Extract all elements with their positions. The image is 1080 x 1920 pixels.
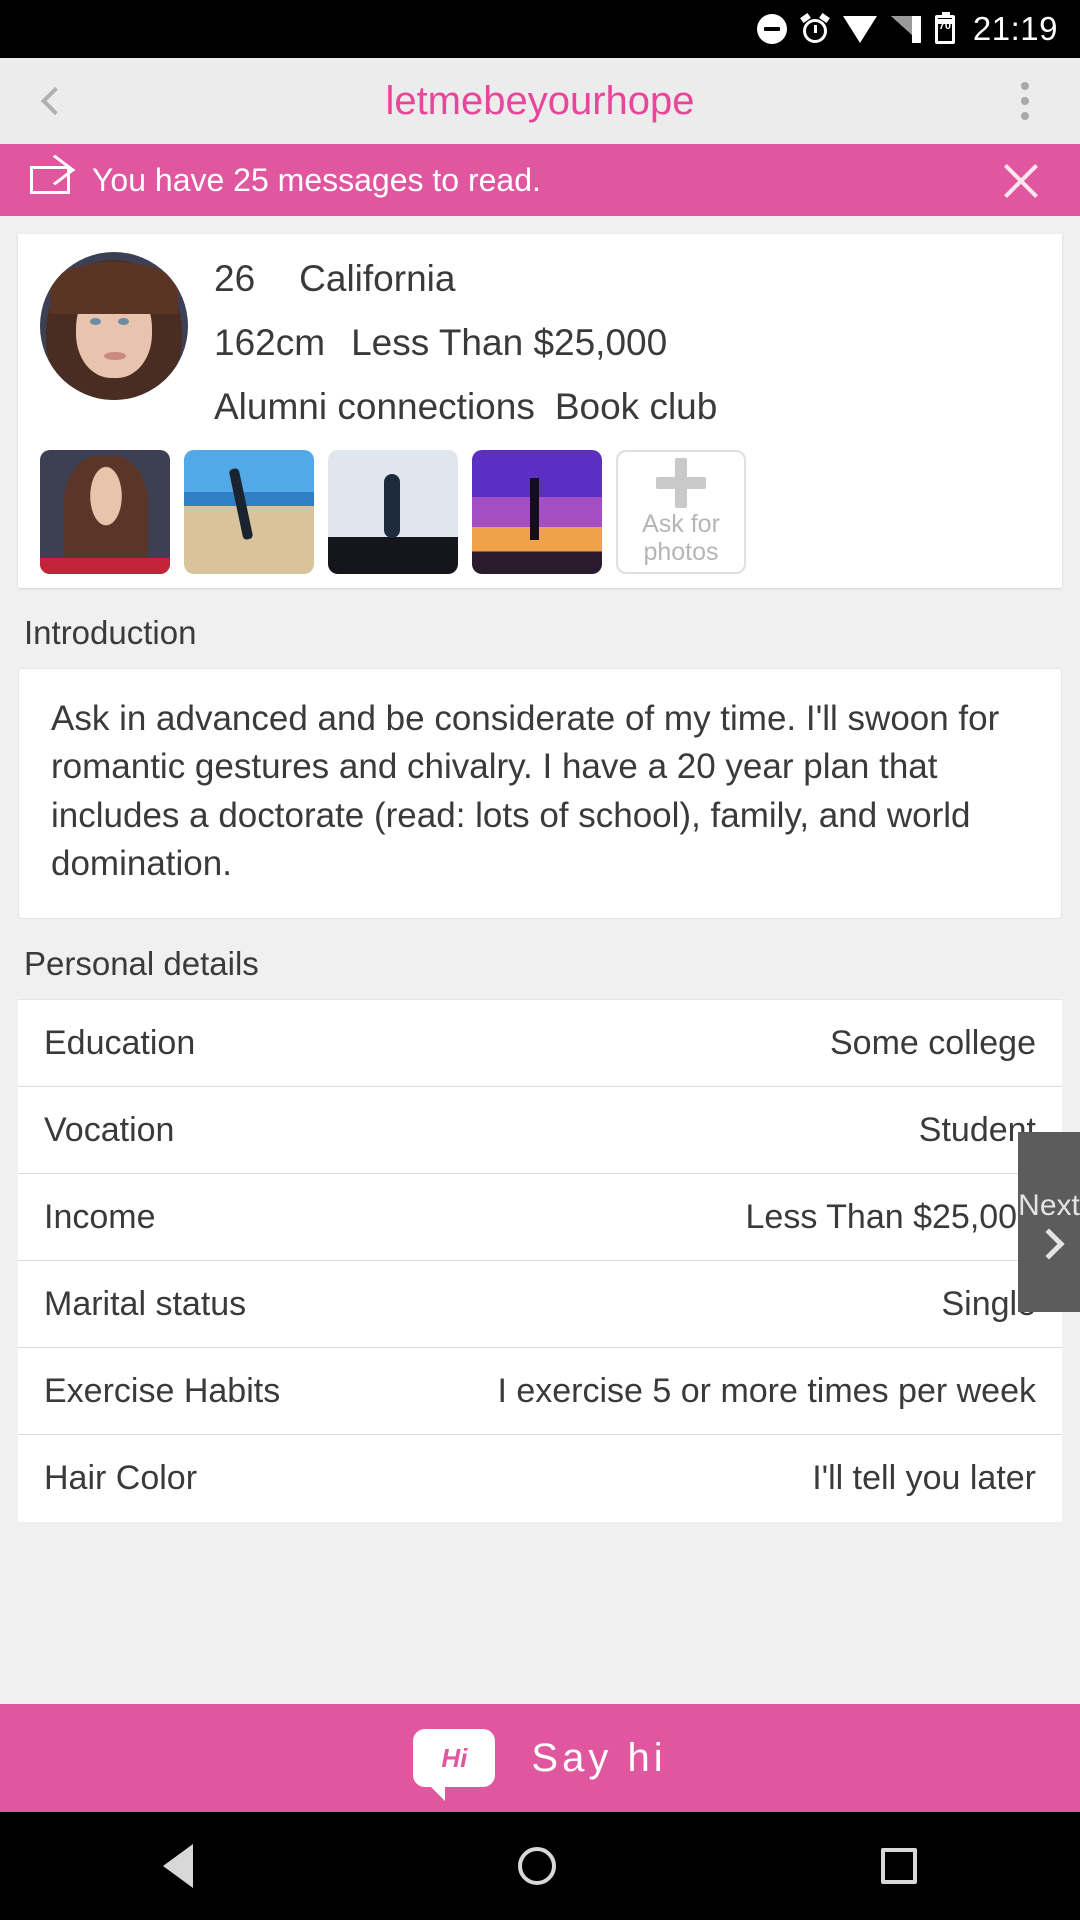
next-button-label: Next — [1018, 1189, 1080, 1222]
status-bar: 70 21:19 — [0, 0, 1080, 58]
detail-label: Hair Color — [44, 1459, 198, 1498]
detail-value: I exercise 5 or more times per week — [497, 1371, 1036, 1410]
profile-age-location-row: 26 California — [214, 258, 1040, 300]
profile-age: 26 — [214, 258, 256, 299]
wifi-icon — [842, 15, 877, 43]
messages-banner[interactable]: You have 25 messages to read. — [0, 144, 1080, 216]
nav-recents-icon[interactable] — [881, 1848, 918, 1884]
personal-details-heading: Personal details — [24, 945, 259, 983]
messages-banner-text: You have 25 messages to read. — [92, 161, 541, 198]
profile-height: 162cm — [214, 322, 326, 363]
table-row[interactable]: Exercise Habits I exercise 5 or more tim… — [18, 1348, 1062, 1436]
table-row[interactable]: Marital status Single — [18, 1261, 1062, 1349]
overflow-menu-button[interactable] — [970, 58, 1080, 144]
table-row[interactable]: Vocation Student — [18, 1087, 1062, 1175]
status-bar-clock: 21:19 — [972, 10, 1058, 47]
page-title: letmebeyourhope — [385, 78, 695, 123]
profile-identity-lines: 26 California 162cm Less Than $25,000 Al… — [214, 252, 1040, 428]
do-not-disturb-icon — [756, 14, 787, 44]
chevron-right-icon — [1033, 1228, 1065, 1260]
photo-thumbnail[interactable] — [472, 450, 602, 574]
profile-interest-book-club: Book club — [554, 386, 718, 427]
photo-strip: Ask for photos — [18, 428, 1062, 574]
detail-label: Education — [44, 1023, 196, 1062]
ask-for-photos-button[interactable]: Ask for photos — [616, 450, 746, 574]
detail-label: Income — [44, 1197, 156, 1236]
introduction-body: Ask in advanced and be considerate of my… — [51, 699, 1000, 883]
hi-bubble-text: Hi — [441, 1742, 468, 1773]
say-hi-button[interactable]: Hi Say hi — [0, 1704, 1080, 1812]
battery-level: 70 — [938, 19, 952, 32]
personal-details-table: Education Some college Vocation Student … — [18, 999, 1062, 1523]
table-row[interactable]: Education Some college — [18, 1000, 1062, 1088]
hi-bubble-icon: Hi — [413, 1729, 496, 1801]
dot-icon — [1021, 112, 1029, 120]
profile-interest-alumni: Alumni connections — [214, 386, 535, 427]
photo-thumbnail[interactable] — [184, 450, 314, 574]
profile-interests-row: Alumni connections Book club — [214, 386, 1040, 428]
avatar[interactable] — [40, 252, 188, 400]
photo-thumbnail[interactable] — [40, 450, 170, 574]
next-profile-button[interactable]: Next — [1018, 1132, 1080, 1312]
envelope-icon — [30, 166, 70, 194]
nav-home-icon[interactable] — [517, 1847, 556, 1885]
android-nav-bar — [0, 1812, 1080, 1920]
app-bar: letmebeyourhope — [0, 58, 1080, 144]
back-button[interactable] — [0, 58, 110, 144]
detail-label: Exercise Habits — [44, 1371, 281, 1410]
ask-for-photos-label-line2: photos — [643, 538, 719, 566]
detail-value: Some college — [829, 1023, 1036, 1062]
table-row[interactable]: Hair Color I'll tell you later — [18, 1435, 1062, 1522]
introduction-box: Ask in advanced and be considerate of my… — [18, 668, 1062, 920]
chevron-left-icon — [40, 86, 70, 116]
close-icon[interactable] — [992, 151, 1050, 209]
detail-value: I'll tell you later — [812, 1459, 1036, 1498]
detail-label: Marital status — [44, 1284, 247, 1323]
battery-icon: 70 — [934, 11, 955, 44]
profile-summary-card: 26 California 162cm Less Than $25,000 Al… — [18, 234, 1062, 588]
plus-icon — [656, 458, 706, 508]
profile-height-income-row: 162cm Less Than $25,000 — [214, 322, 1040, 364]
introduction-heading: Introduction — [24, 614, 197, 651]
detail-label: Vocation — [44, 1110, 175, 1149]
dot-icon — [1021, 82, 1029, 90]
signal-icon — [890, 15, 921, 43]
ask-for-photos-label-line1: Ask for — [642, 510, 720, 538]
profile-identity-row: 26 California 162cm Less Than $25,000 Al… — [18, 252, 1062, 428]
profile-location: California — [299, 258, 456, 299]
nav-back-icon[interactable] — [162, 1844, 193, 1888]
say-hi-label: Say hi — [531, 1735, 667, 1780]
dot-icon — [1021, 97, 1029, 105]
profile-content: 26 California 162cm Less Than $25,000 Al… — [0, 234, 1080, 1523]
profile-income: Less Than $25,000 — [351, 322, 668, 363]
table-row[interactable]: Income Less Than $25,000 — [18, 1174, 1062, 1262]
detail-value: Less Than $25,000 — [745, 1197, 1037, 1236]
photo-thumbnail[interactable] — [328, 450, 458, 574]
alarm-icon — [799, 12, 830, 43]
